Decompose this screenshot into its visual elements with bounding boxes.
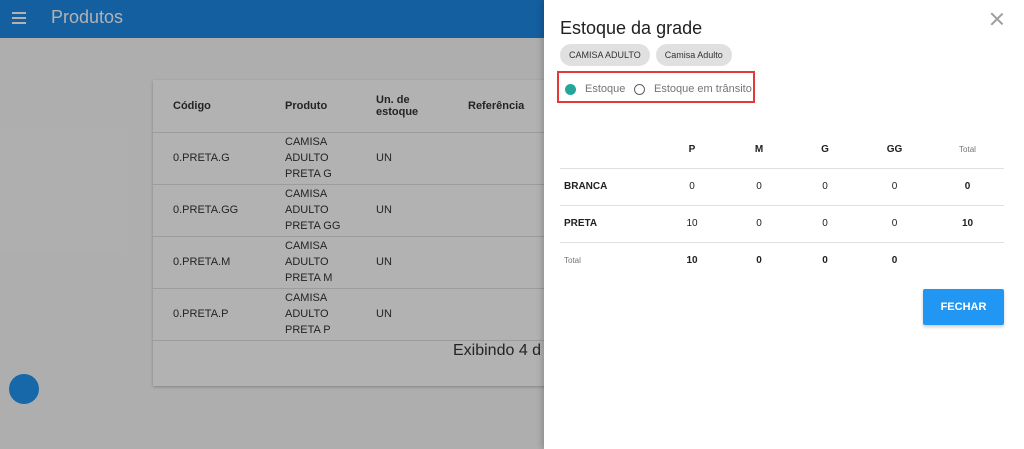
grid-row-total: 0 <box>931 168 1004 206</box>
grid-header-size: GG <box>858 131 931 169</box>
close-icon[interactable] <box>990 12 1004 26</box>
radio-estoque[interactable]: Estoque <box>565 83 625 95</box>
grid-header-size: M <box>726 131 792 169</box>
radio-selected-icon <box>565 83 576 95</box>
grid-column-total: 0 <box>756 255 762 267</box>
grid-cell: 10 <box>658 205 726 243</box>
grid-cell: 0 <box>658 168 726 206</box>
panel-title: Estoque da grade <box>560 18 703 38</box>
stock-type-radio-group: Estoque Estoque em trânsito <box>557 71 755 103</box>
radio-label: Estoque <box>585 83 626 95</box>
grid-cell: 0 <box>858 205 931 243</box>
grid-cell: 0 <box>726 168 792 206</box>
grid-column-total: 0 <box>891 255 898 267</box>
grid-row-color: BRANCA <box>560 168 658 206</box>
grid-totals-row: Total 10 0 0 0 <box>560 242 1004 279</box>
fechar-button[interactable]: FECHAR <box>923 289 1004 325</box>
grid-column-total: 0 <box>822 255 828 267</box>
radio-label: Estoque em trânsito <box>654 83 752 95</box>
grid-row-color: PRETA <box>560 205 658 243</box>
grid-header-row: P M G GG Total <box>560 131 1004 169</box>
stock-grid-table: P M G GG Total BRANCA 0 0 0 0 0 PRETA 10… <box>560 131 1004 279</box>
stock-grid-panel: Estoque da grade CAMISA ADULTO Camisa Ad… <box>544 0 1024 449</box>
grid-cell: 0 <box>726 205 792 243</box>
chip-product-name: Camisa Adulto <box>655 44 732 66</box>
grid-header-size: G <box>792 131 858 169</box>
grid-header-total: Total <box>931 131 1004 169</box>
grid-totals-empty <box>931 242 1004 279</box>
radio-estoque-em-transito[interactable]: Estoque em trânsito <box>634 83 752 95</box>
grid-column-total: 10 <box>686 255 698 267</box>
grid-cell: 0 <box>858 168 931 206</box>
chip-product-code: CAMISA ADULTO <box>560 44 650 66</box>
grid-row: BRANCA 0 0 0 0 0 <box>560 168 1004 206</box>
grid-cell: 0 <box>792 168 858 206</box>
grid-cell: 0 <box>792 205 858 243</box>
grid-row-total: 10 <box>931 205 1004 243</box>
radio-unselected-icon <box>634 83 645 95</box>
grid-header-empty <box>560 131 658 169</box>
grid-header-size: P <box>658 131 726 169</box>
product-chips: CAMISA ADULTO Camisa Adulto <box>560 44 732 66</box>
grid-row: PRETA 10 0 0 0 10 <box>560 205 1004 243</box>
grid-totals-label: Total <box>564 256 581 266</box>
